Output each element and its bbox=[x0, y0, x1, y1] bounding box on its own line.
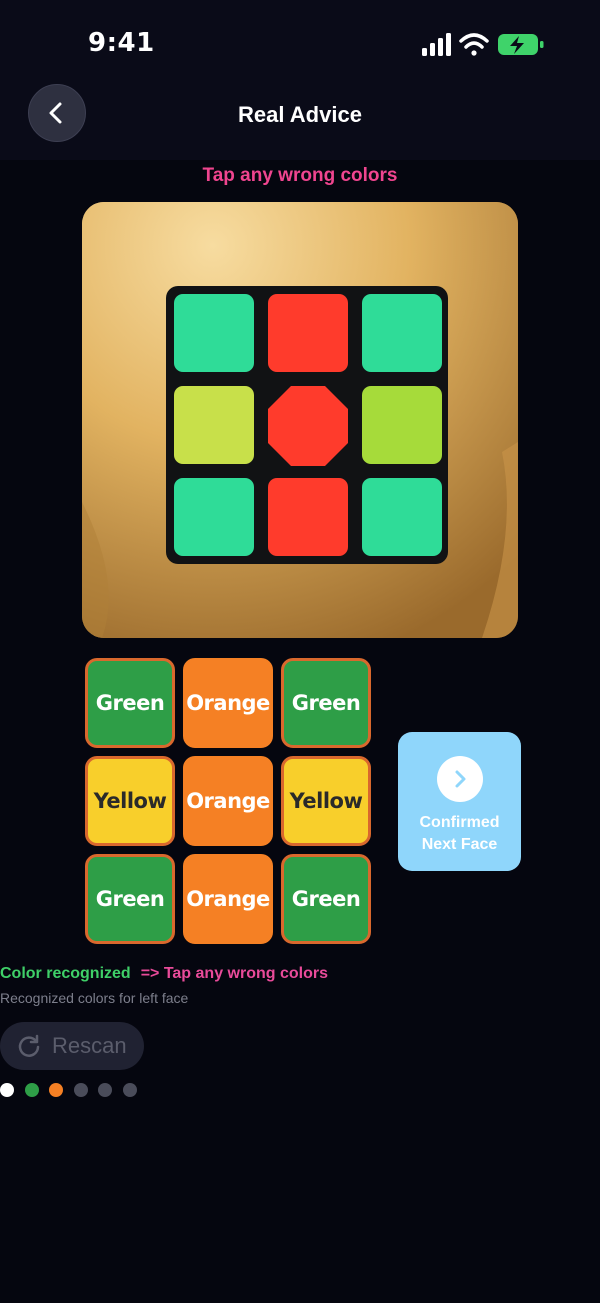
color-cell-8[interactable]: Orange bbox=[183, 854, 273, 944]
header: Real Advice bbox=[0, 80, 600, 160]
progress-dot-1 bbox=[0, 1083, 14, 1097]
recognition-status-line: Color recognized => Tap any wrong colors bbox=[0, 965, 328, 983]
color-cell-3[interactable]: Green bbox=[281, 658, 371, 748]
progress-dot-5 bbox=[98, 1083, 112, 1097]
status-icons bbox=[420, 30, 550, 60]
cellular-signal-icon bbox=[422, 33, 451, 56]
color-cell-7[interactable]: Green bbox=[85, 854, 175, 944]
progress-dot-4 bbox=[73, 1083, 88, 1097]
confirm-next-face-button[interactable]: Confirmed Next Face bbox=[398, 732, 521, 871]
color-cell-4[interactable]: Yellow bbox=[85, 756, 175, 846]
recognition-status: Color recognized bbox=[0, 965, 131, 982]
cube-facelet-3 bbox=[362, 294, 442, 372]
recognition-subtitle: Recognized colors for left face bbox=[0, 990, 189, 1006]
progress-dot-2 bbox=[24, 1083, 39, 1097]
color-cell-9[interactable]: Green bbox=[281, 854, 371, 944]
cube-facelet-4 bbox=[174, 386, 254, 464]
cube-facelet-8 bbox=[268, 478, 348, 556]
chevron-right-circle-icon bbox=[437, 756, 483, 802]
rescan-label: Rescan bbox=[52, 1033, 127, 1058]
cube-photo bbox=[166, 286, 448, 564]
cube-facelet-1 bbox=[174, 294, 254, 372]
status-bar: 9:41 bbox=[0, 0, 600, 80]
cube-facelet-9 bbox=[362, 478, 442, 556]
color-grid: Green Orange Green Yellow Orange Yellow Green O… bbox=[85, 658, 373, 946]
color-cell-1[interactable]: Green bbox=[85, 658, 175, 748]
progress-dot-3 bbox=[49, 1083, 63, 1097]
color-cell-5[interactable]: Orange bbox=[183, 756, 273, 846]
cube-facelet-7 bbox=[174, 478, 254, 556]
status-time: 9:41 bbox=[88, 28, 155, 58]
page-title: Real Advice bbox=[238, 102, 362, 127]
tap-wrong-colors-hint: Tap any wrong colors bbox=[202, 165, 398, 186]
rescan-button[interactable]: Rescan bbox=[0, 1022, 144, 1070]
cube-facelet-6 bbox=[362, 386, 442, 464]
refresh-icon bbox=[18, 1034, 40, 1057]
cube-facelet-5 bbox=[268, 386, 348, 466]
recognition-hint: => Tap any wrong colors bbox=[140, 965, 328, 982]
cube-facelet-2 bbox=[268, 294, 348, 372]
confirm-label: Confirmed Next Face bbox=[398, 812, 521, 856]
wifi-icon bbox=[459, 33, 489, 56]
battery-charging-icon bbox=[498, 34, 544, 55]
progress-dot-6 bbox=[122, 1083, 137, 1097]
confirm-label-line2: Next Face bbox=[421, 836, 498, 853]
camera-preview[interactable] bbox=[82, 202, 518, 638]
color-cell-6[interactable]: Yellow bbox=[281, 756, 371, 846]
color-cell-2[interactable]: Orange bbox=[183, 658, 273, 748]
confirm-label-line1: Confirmed bbox=[419, 814, 500, 831]
